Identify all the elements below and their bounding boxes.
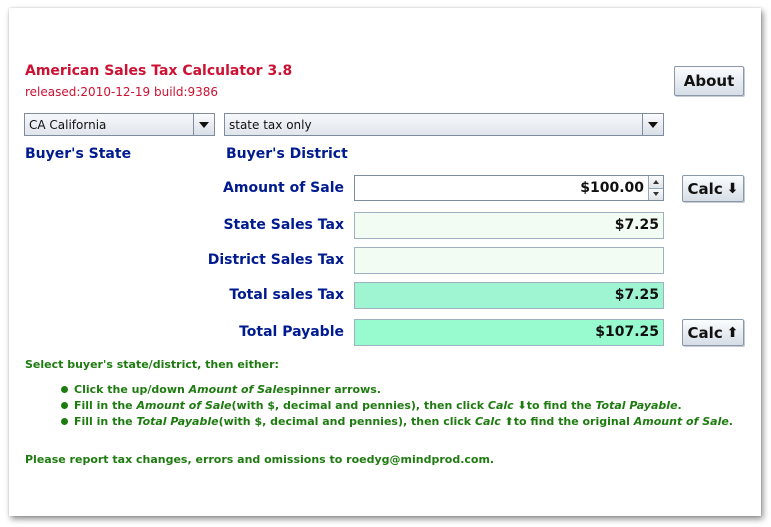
bullet-dot-icon [61,386,68,393]
instruction-text: Fill in the [74,399,133,412]
amount-of-sale-input[interactable]: $100.00 [355,176,648,200]
instruction-text: Fill in the [74,415,133,428]
state-dropdown-button[interactable] [193,114,214,135]
instruction-emphasis: Total Payable [595,399,678,412]
instruction-text: (with $, decimal and pennies), then clic… [218,415,472,428]
instruction-emphasis: Calc ⬇ [487,399,527,412]
instruction-emphasis: Total Payable [136,415,219,428]
state-sales-tax-field[interactable]: $7.25 [354,212,664,239]
total-payable-label: Total Payable [239,324,344,340]
district-sales-tax-field[interactable] [354,247,664,274]
app-title: American Sales Tax Calculator 3.8 [25,63,293,79]
instruction-text: spinner arrows. [283,383,381,396]
calc-up-button[interactable]: Calc ⬆ [682,319,744,346]
spinner-up-button[interactable] [649,176,663,189]
total-sales-tax-field[interactable]: $7.25 [354,282,664,309]
arrow-up-icon: ⬆ [726,324,739,341]
instruction-emphasis: Amount of Sale [136,399,232,412]
instruction-emphasis: Amount of Sale [188,383,284,396]
instruction-text: to find the [526,399,592,412]
triangle-up-icon [653,179,659,184]
triangle-down-icon [648,121,658,128]
state-sales-tax-label: State Sales Tax [223,217,344,233]
instruction-text: (with $, decimal and pennies), then clic… [231,399,485,412]
buyers-state-label: Buyer's State [25,146,132,162]
instructions-intro: Select buyer's state/district, then eith… [25,358,279,371]
about-button[interactable]: About [674,66,744,96]
bullet-dot-icon [61,418,68,425]
amount-of-sale-label: Amount of Sale [223,180,344,196]
total-sales-tax-label: Total sales Tax [229,287,344,303]
release-info: released:2010-12-19 build:9386 [25,85,219,99]
total-payable-field[interactable]: $107.25 [354,319,664,346]
instruction-text: to find the original [513,415,630,428]
instruction-emphasis: Calc ⬆ [474,415,514,428]
instruction-text: . [728,415,733,428]
calc-down-button[interactable]: Calc ⬇ [682,175,744,202]
spinner-down-button[interactable] [649,188,663,200]
instruction-emphasis: Amount of Sale [633,415,729,428]
district-select[interactable]: state tax only [224,113,664,136]
instruction-item: Fill in the Amount of Sale (with $, deci… [61,399,682,412]
triangle-down-icon [653,192,659,197]
instruction-item: Fill in the Total Payable (with $, decim… [61,415,733,428]
district-dropdown-button[interactable] [642,114,663,135]
state-select[interactable]: CA California [24,113,215,136]
district-sales-tax-label: District Sales Tax [207,252,344,268]
calc-down-label: Calc [687,179,723,198]
bullet-dot-icon [61,402,68,409]
instruction-text: Click the up/down [74,383,185,396]
state-select-value: CA California [29,117,107,132]
amount-of-sale-spinner[interactable]: $100.00 [354,175,664,201]
instruction-text: . [677,399,682,412]
footer-note: Please report tax changes, errors and om… [25,453,495,466]
buyers-district-label: Buyer's District [226,146,348,162]
triangle-down-icon [199,121,209,128]
calc-up-label: Calc [687,323,723,342]
instruction-item: Click the up/down Amount of Sale spinner… [61,383,381,396]
district-select-value: state tax only [229,117,312,132]
arrow-down-icon: ⬇ [726,180,739,197]
